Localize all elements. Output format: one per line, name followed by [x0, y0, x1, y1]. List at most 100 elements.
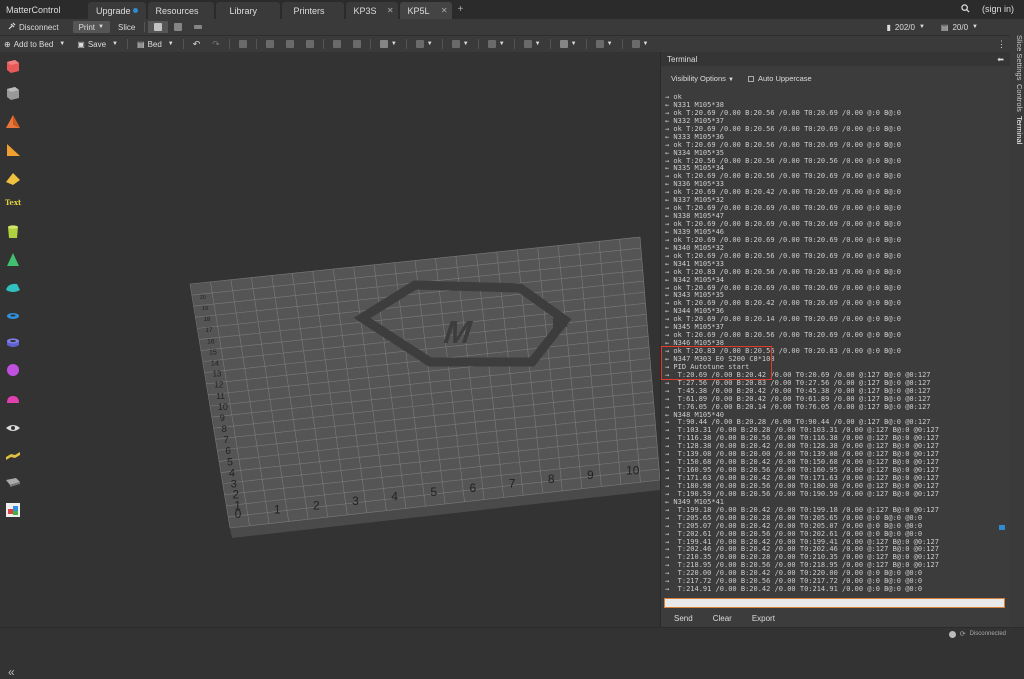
tab-kp3s[interactable]: KP3S ✕ [345, 2, 398, 19]
search-icon[interactable] [961, 4, 970, 19]
options-menu-icon[interactable]: ▼ [374, 36, 403, 52]
bed-axis-label: 14 [211, 359, 219, 368]
cone-shape-icon[interactable] [5, 252, 21, 268]
terminal-log[interactable]: → ok ← N331 M105*38 → ok T:20.69 /0.00 B:2… [665, 94, 1003, 646]
bed-axis-label: 19 [202, 306, 208, 312]
layers-view-icon[interactable] [168, 19, 188, 35]
material-menu-icon[interactable]: ▼ [410, 36, 439, 52]
image-converter-icon[interactable] [5, 420, 21, 436]
checkbox-icon [747, 75, 754, 82]
divider [621, 39, 623, 49]
pyramid-shape-icon[interactable] [5, 114, 21, 130]
half-wedge-shape-icon[interactable] [5, 170, 21, 186]
bed-axis-label: 6 [225, 446, 231, 457]
text-path-shape-icon[interactable] [5, 447, 21, 463]
tab-resources[interactable]: Resources [147, 2, 214, 19]
cylinder-shape-icon[interactable] [5, 224, 21, 240]
model-view-icon[interactable] [148, 21, 169, 33]
scrollbar-thumb[interactable] [999, 525, 1005, 530]
export-button[interactable]: Export [742, 612, 785, 625]
bed-menu-button[interactable]: ▤ Bed ▼ [131, 36, 180, 52]
bed-icon: ▤ [940, 22, 949, 32]
chevron-down-icon[interactable]: ▼ [919, 24, 925, 30]
copy-icon[interactable] [300, 36, 320, 52]
visibility-options-dropdown[interactable]: Visibility Options ▼ [671, 74, 734, 83]
terminal-command-input[interactable] [664, 598, 1005, 608]
divider [585, 39, 587, 49]
bed-temp[interactable]: 20/0 [952, 23, 968, 32]
bed-axis-label: 11 [216, 391, 225, 401]
plate-shape-icon[interactable] [5, 474, 21, 490]
wedge-shape-icon[interactable] [5, 142, 21, 158]
sphere-shape-icon[interactable] [5, 362, 21, 378]
divider [255, 39, 257, 49]
bed-axis-label: 20 [200, 295, 206, 301]
close-icon[interactable]: ✕ [387, 6, 394, 15]
slice-settings-tab[interactable]: Slice Settings [1010, 35, 1024, 81]
delete-icon[interactable] [347, 36, 367, 52]
terminal-panel: Terminal ⬅ Visibility Options ▼ Auto Upp… [660, 52, 1010, 627]
add-icon: ⊕ [4, 39, 11, 49]
controls-tab[interactable]: Controls [1010, 83, 1024, 113]
auto-uppercase-checkbox[interactable]: Auto Uppercase [747, 74, 812, 83]
bed-axis-label: 8 [548, 472, 555, 486]
send-button[interactable]: Send [664, 612, 703, 625]
redo-icon[interactable]: ↷ [206, 36, 226, 52]
divider [182, 39, 184, 49]
bed-axis-label: 1 [274, 503, 281, 517]
view-menu-icon[interactable]: ▼ [554, 36, 583, 52]
measure-menu-icon[interactable]: ▼ [590, 36, 619, 52]
tab-library[interactable]: Library [215, 2, 280, 19]
bed-axis-label: 10 [218, 402, 228, 412]
disconnect-button[interactable]: Disconnect [0, 19, 65, 35]
group-icon[interactable] [260, 36, 280, 52]
connection-status-icon [948, 630, 956, 638]
edit-toolbar: ⊕ Add to Bed ▼ ▣ Save ▼ ▤ Bed ▼ ↶ ↷ ▼ ▼ … [0, 35, 1024, 52]
torus-shape-icon[interactable] [5, 308, 21, 324]
close-icon[interactable]: ✕ [441, 6, 448, 15]
print-button[interactable]: Print ▼ [72, 21, 110, 33]
image-shape-icon[interactable] [5, 502, 21, 518]
scale-menu-icon[interactable]: ▼ [482, 36, 511, 52]
sign-in-link[interactable]: (sign in) [982, 4, 1014, 19]
terminal-scrollbar[interactable] [999, 95, 1005, 595]
hemisphere-shape-icon[interactable] [5, 392, 21, 408]
tab-kp5l[interactable]: KP5L ✕ [399, 2, 452, 19]
slice-button[interactable]: Slice [112, 19, 141, 35]
bed-axis-label: 15 [209, 348, 217, 356]
undo-icon[interactable]: ↶ [187, 36, 207, 52]
bed-axis-label: 9 [587, 468, 594, 482]
box-shape-icon[interactable] [5, 85, 21, 101]
ungroup-icon[interactable] [280, 36, 300, 52]
right-side-rail: Slice Settings Controls Terminal [1010, 35, 1024, 627]
text-shape-icon[interactable]: Text [5, 198, 21, 214]
disconnect-label: Disconnect [19, 22, 59, 32]
half-cylinder-shape-icon[interactable] [5, 280, 21, 296]
terminal-tab[interactable]: Terminal [1010, 115, 1024, 145]
bed-axis-label: 9 [220, 413, 225, 423]
ring-shape-icon[interactable] [5, 335, 21, 351]
chevron-down-icon: ▼ [167, 41, 174, 47]
divider [369, 39, 371, 49]
align-icon[interactable] [327, 36, 347, 52]
chevron-down-icon[interactable]: ▼ [972, 24, 978, 30]
arrange-icon[interactable] [233, 36, 253, 52]
save-button[interactable]: ▣ Save ▼ [71, 36, 124, 52]
tools-menu-icon[interactable]: ▼ [626, 36, 655, 52]
3d-viewport[interactable]: M 01234567891011 12345678910111213141516… [26, 52, 660, 627]
clear-button[interactable]: Clear [703, 612, 742, 625]
tab-printers[interactable]: Printers [281, 2, 344, 19]
extruder-temp[interactable]: 202/0 [895, 23, 915, 32]
divider [477, 39, 479, 49]
layer-slider-icon[interactable] [188, 19, 208, 35]
add-tab-button[interactable]: + [454, 0, 470, 19]
pin-icon[interactable]: ⬅ [997, 55, 1004, 64]
collapse-panel-icon[interactable]: « [8, 665, 15, 679]
cube-shape-icon[interactable] [5, 58, 21, 74]
bed-axis-label: 18 [204, 317, 211, 323]
layout-menu-icon[interactable]: ▼ [518, 36, 547, 52]
bed-axis-label: 2 [232, 489, 238, 502]
add-to-bed-button[interactable]: ⊕ Add to Bed ▼ [0, 36, 71, 52]
tab-upgrade[interactable]: Upgrade [88, 2, 146, 19]
mirror-menu-icon[interactable]: ▼ [446, 36, 475, 52]
